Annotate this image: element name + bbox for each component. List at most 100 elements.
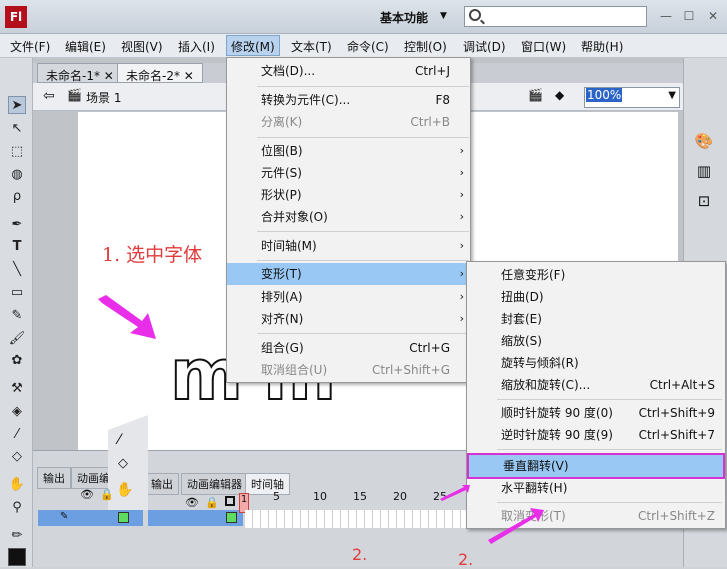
align-icon[interactable]: ⊡ [694, 192, 714, 212]
menu-item-document[interactable]: 文档(D)... Ctrl+J [227, 60, 470, 82]
zoom-tool-icon[interactable]: ⚲ [8, 499, 26, 517]
menu-item-rotate-skew[interactable]: 旋转与倾斜(R) [467, 352, 725, 374]
library-icon[interactable]: ▥ [694, 162, 714, 182]
menu-view[interactable]: 视图(V) [121, 38, 163, 55]
chevron-right-icon: › [459, 239, 464, 252]
menu-item-combine[interactable]: 合并对象(O) › [227, 206, 470, 228]
menu-item-label: 对齐(N) [261, 312, 304, 326]
color-palette-icon[interactable]: 🎨 [694, 132, 714, 152]
menu-item-label: 变形(T) [261, 267, 302, 281]
text-tool-icon[interactable]: T [8, 238, 26, 256]
menu-item-distort[interactable]: 扭曲(D) [467, 286, 725, 308]
menu-shortcut: Ctrl+Shift+9 [638, 406, 715, 420]
pencil-tool-icon[interactable]: ✎ [8, 307, 26, 325]
menu-modify[interactable]: 修改(M) [226, 35, 280, 56]
menu-item-transform[interactable]: 变形(T) › [227, 263, 470, 285]
stroke-color-icon[interactable]: ✏ [8, 527, 26, 545]
menu-item-scale-rotate[interactable]: 缩放和旋转(C)... Ctrl+Alt+S [467, 374, 725, 396]
menu-item-label: 位图(B) [261, 144, 303, 158]
back-arrow-icon[interactable]: ⇦ [43, 88, 55, 104]
bone-tool-icon[interactable]: ⚒ [8, 380, 26, 398]
chevron-down-icon[interactable]: ▼ [440, 11, 447, 21]
menu-item-scale[interactable]: 缩放(S) [467, 330, 725, 352]
paint-bucket-icon[interactable]: ◈ [8, 403, 26, 421]
menu-item-break-apart[interactable]: 分离(K) Ctrl+B [227, 111, 470, 133]
deco-tool-icon[interactable]: ✿ [8, 352, 26, 370]
menu-control[interactable]: 控制(O) [404, 38, 447, 55]
tab-output-left[interactable]: 输出 [37, 467, 71, 489]
eyedropper-icon[interactable]: ⁄ [8, 426, 26, 444]
menu-separator [497, 399, 722, 400]
tab-untitled-1[interactable]: 未命名-1* ✕ [37, 63, 123, 83]
layer-row[interactable] [148, 510, 243, 526]
menu-item-symbol[interactable]: 元件(S) › [227, 162, 470, 184]
menu-item-free-transform[interactable]: 任意变形(F) [467, 264, 725, 286]
search-input[interactable] [464, 6, 647, 27]
hand-tool-icon[interactable]: ✋ [8, 476, 26, 494]
outline-icon[interactable] [225, 496, 235, 506]
tab-output[interactable]: 输出 [145, 473, 179, 495]
chevron-right-icon: › [459, 267, 464, 280]
free-transform-tool-icon[interactable]: ⬚ [8, 143, 26, 161]
menu-item-bitmap[interactable]: 位图(B) › [227, 140, 470, 162]
menu-item-shape[interactable]: 形状(P) › [227, 184, 470, 206]
selection-tool-icon[interactable]: ➤ [8, 96, 26, 114]
menu-item-label: 垂直翻转(V) [503, 459, 569, 473]
subselection-tool-icon[interactable]: ↖ [8, 120, 26, 138]
menu-file[interactable]: 文件(F) [10, 38, 50, 55]
fill-color-swatch[interactable] [8, 548, 26, 566]
menu-item-ungroup[interactable]: 取消组合(U) Ctrl+Shift+G [227, 359, 470, 381]
lock-icon[interactable]: 🔒 [205, 496, 219, 509]
menu-item-rotate-ccw[interactable]: 逆时针旋转 90 度(9) Ctrl+Shift+7 [467, 424, 725, 446]
menu-item-rotate-cw[interactable]: 顺时针旋转 90 度(0) Ctrl+Shift+9 [467, 402, 725, 424]
3d-rotation-tool-icon[interactable]: ◍ [8, 166, 26, 184]
menu-window[interactable]: 窗口(W) [521, 38, 566, 55]
workspace-switcher[interactable]: 基本功能 [380, 9, 428, 26]
menu-text[interactable]: 文本(T) [291, 38, 332, 55]
menu-separator [257, 231, 469, 232]
rectangle-tool-icon[interactable]: ▭ [8, 284, 26, 302]
eraser-tool-icon[interactable]: ◇ [8, 448, 26, 466]
chevron-right-icon: › [459, 312, 464, 325]
menu-debug[interactable]: 调试(D) [463, 38, 506, 55]
menu-item-align[interactable]: 对齐(N) › [227, 308, 470, 330]
menu-shortcut: Ctrl+Shift+7 [638, 428, 715, 442]
edit-scene-icon[interactable]: 🎬 [528, 88, 543, 102]
chevron-down-icon[interactable]: ▼ [668, 90, 676, 101]
brush-tool-icon[interactable]: 🖌 [8, 330, 26, 348]
menu-item-arrange[interactable]: 排列(A) › [227, 286, 470, 308]
menu-item-flip-vertical[interactable]: 垂直翻转(V) [467, 453, 725, 479]
close-button[interactable]: ✕ [704, 8, 722, 24]
menu-insert[interactable]: 插入(I) [178, 38, 215, 55]
eye-icon[interactable]: 👁 [185, 496, 199, 509]
eye-icon[interactable]: 👁 [80, 488, 94, 501]
menu-edit[interactable]: 编辑(E) [65, 38, 106, 55]
chevron-right-icon: › [459, 166, 464, 179]
edit-symbols-icon[interactable]: ◆ [555, 88, 564, 102]
maximize-button[interactable]: ☐ [680, 8, 698, 24]
zoom-select[interactable]: 100% ▼ [584, 87, 680, 108]
menu-item-flip-horizontal[interactable]: 水平翻转(H) [467, 477, 725, 499]
menu-item-convert-symbol[interactable]: 转换为元件(C)... F8 [227, 89, 470, 111]
menu-help[interactable]: 帮助(H) [581, 38, 623, 55]
clapper-icon: 🎬 [67, 88, 82, 102]
eyedropper-icon: ⁄ [118, 432, 121, 448]
lock-icon[interactable]: 🔒 [100, 488, 114, 501]
lasso-tool-icon[interactable]: ρ [8, 188, 26, 206]
tab-untitled-2[interactable]: 未命名-2* ✕ [117, 63, 203, 83]
menu-item-group[interactable]: 组合(G) Ctrl+G [227, 337, 470, 359]
minimize-button[interactable]: — [657, 8, 675, 24]
pen-tool-icon[interactable]: ✒ [8, 216, 26, 234]
line-tool-icon[interactable]: ╲ [8, 261, 26, 279]
menu-item-envelope[interactable]: 封套(E) [467, 308, 725, 330]
tab-motion-editor[interactable]: 动画编辑器 [181, 473, 248, 495]
frame-grid[interactable] [245, 510, 475, 528]
menu-bar: 文件(F) 编辑(E) 视图(V) 插入(I) 修改(M) 文本(T) 命令(C… [0, 34, 727, 58]
menu-item-label: 排列(A) [261, 290, 303, 304]
layer-row[interactable]: ✎ [38, 510, 143, 526]
menu-separator [257, 137, 469, 138]
menu-item-timeline[interactable]: 时间轴(M) › [227, 235, 470, 257]
menu-commands[interactable]: 命令(C) [347, 38, 389, 55]
menu-shortcut: Ctrl+Alt+S [649, 378, 715, 392]
layer-color-swatch [226, 512, 237, 523]
